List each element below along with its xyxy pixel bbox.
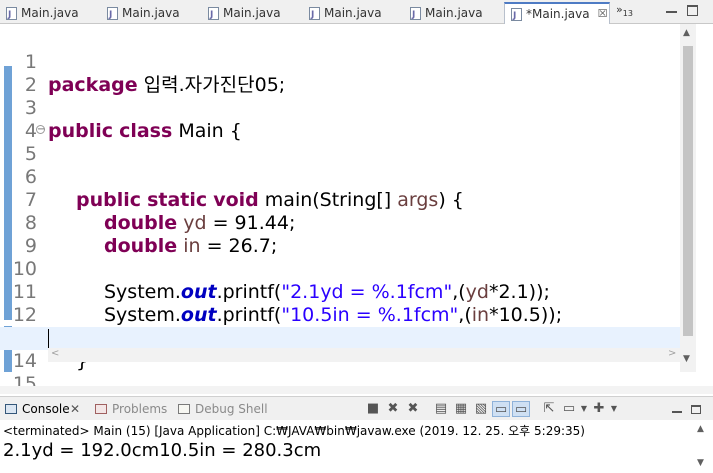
editor-tab-active[interactable]: *Main.java ☒: [504, 2, 610, 26]
code-editor[interactable]: 1 package 입력.자가진단05; 2 3 public class Ma…: [0, 24, 713, 418]
display-console-icon[interactable]: ▭: [560, 401, 578, 417]
remove-launch-icon[interactable]: ✖: [384, 401, 402, 417]
horizontal-scrollbar[interactable]: < >: [48, 348, 680, 362]
scroll-lock-icon[interactable]: ▦: [452, 401, 470, 417]
java-file-icon: [309, 5, 320, 25]
scroll-left-icon[interactable]: <: [51, 348, 59, 359]
tab-label: *Main.java: [526, 7, 590, 21]
minimize-icon[interactable]: [666, 5, 677, 13]
tab-label: Problems: [112, 402, 168, 416]
tab-label: Debug Shell: [195, 402, 268, 416]
code-line: 13 }: [0, 304, 680, 372]
code-line: 3 public class Main {: [0, 74, 680, 142]
chevron-down-icon[interactable]: ▼: [610, 401, 618, 417]
tab-debug-shell[interactable]: Debug Shell: [178, 400, 268, 418]
editor-tab[interactable]: Main.java: [202, 2, 281, 25]
java-file-icon: [107, 5, 118, 25]
minimize-icon[interactable]: [672, 405, 682, 413]
tab-label: Main.java: [122, 6, 180, 20]
clear-console-icon[interactable]: ▤: [432, 401, 450, 417]
code-line: 7 double yd = 91.44;: [0, 166, 680, 234]
tab-label: Main.java: [324, 6, 382, 20]
editor-tab[interactable]: Main.java: [404, 2, 483, 25]
editor-tab[interactable]: Main.java: [303, 2, 382, 25]
tab-label: Main.java: [223, 6, 281, 20]
code-line: 2: [0, 51, 680, 96]
tab-label: Main.java: [425, 6, 483, 20]
scroll-up-icon[interactable]: ▲: [697, 424, 704, 434]
console-icon: [5, 404, 17, 414]
tab-label: Console: [22, 402, 70, 416]
show-on-stdout-icon[interactable]: ▭: [492, 401, 510, 417]
overview-ruler: [697, 24, 713, 372]
code-line-current: 14: [0, 327, 680, 372]
scrollbar-thumb[interactable]: [683, 46, 693, 336]
remove-all-terminated-icon[interactable]: ✖: [404, 401, 422, 417]
terminate-icon[interactable]: ■: [364, 401, 382, 417]
tab-label: Main.java: [21, 6, 79, 20]
code-line: 8 double in = 26.7;: [0, 189, 680, 257]
editor-tab[interactable]: Main.java: [101, 2, 180, 25]
editor-tab[interactable]: Main.java: [0, 2, 79, 25]
maximize-icon[interactable]: [691, 405, 701, 414]
console-status-line: <terminated> Main (15) [Java Application…: [3, 424, 585, 438]
console-output-text[interactable]: 2.1yd = 192.0cm10.5in = 280.3cm: [3, 440, 321, 461]
java-file-icon: [511, 6, 522, 26]
problems-icon: [95, 404, 107, 414]
chevron-down-icon[interactable]: ▼: [580, 401, 588, 417]
code-line: 9: [0, 212, 680, 257]
scroll-up-icon[interactable]: ▲: [683, 28, 690, 38]
scroll-right-icon[interactable]: >: [668, 348, 676, 359]
java-file-icon: [410, 5, 421, 25]
console-toolbar: ■ ✖ ✖ ▤ ▦ ▧ ▭ ▭ ⇱ ▭ ▼ ✚ ▼: [364, 401, 618, 417]
editor-tab-bar: Main.java Main.java Main.java Main.java …: [0, 0, 713, 26]
vertical-scrollbar[interactable]: ▲ ▼: [680, 24, 696, 372]
code-line: 5 − public static void main(String[] arg…: [0, 120, 680, 212]
code-line: 10 System.out.printf("2.1yd = %.1fcm",(y…: [0, 235, 680, 303]
chevron-double-right-icon: »: [616, 3, 623, 16]
close-icon[interactable]: ✕: [70, 400, 80, 418]
open-console-icon[interactable]: ✚: [590, 401, 608, 417]
java-file-icon: [6, 5, 17, 25]
console-tab-bar: Console ✕ Problems Debug Shell ■ ✖ ✖ ▤ ▦…: [0, 396, 713, 420]
scroll-down-icon[interactable]: ▼: [697, 458, 704, 468]
code-line: 1 package 입력.자가진단05;: [0, 28, 680, 96]
code-line: 11 System.out.printf("10.5in = %.1fcm",(…: [0, 258, 680, 326]
fold-collapse-icon[interactable]: −: [36, 125, 45, 135]
text-caret: [48, 329, 49, 348]
show-on-stderr-icon[interactable]: ▭: [512, 401, 530, 417]
tab-console[interactable]: Console: [5, 400, 70, 418]
tab-problems[interactable]: Problems: [95, 400, 167, 418]
tab-overflow-button[interactable]: »13: [616, 3, 633, 18]
code-line: 4: [0, 97, 680, 142]
tab-overflow-count: 13: [622, 9, 633, 19]
code-line: 6: [0, 143, 680, 188]
java-file-icon: [208, 5, 219, 25]
word-wrap-icon[interactable]: ▧: [472, 401, 490, 417]
debug-shell-icon: [178, 404, 190, 414]
code-line: 12: [0, 281, 680, 326]
close-icon[interactable]: ☒: [598, 4, 608, 24]
view-splitter[interactable]: [0, 386, 713, 394]
maximize-icon[interactable]: [687, 5, 698, 16]
pin-console-icon[interactable]: ⇱: [540, 401, 558, 417]
scroll-down-icon[interactable]: ▼: [683, 354, 690, 364]
